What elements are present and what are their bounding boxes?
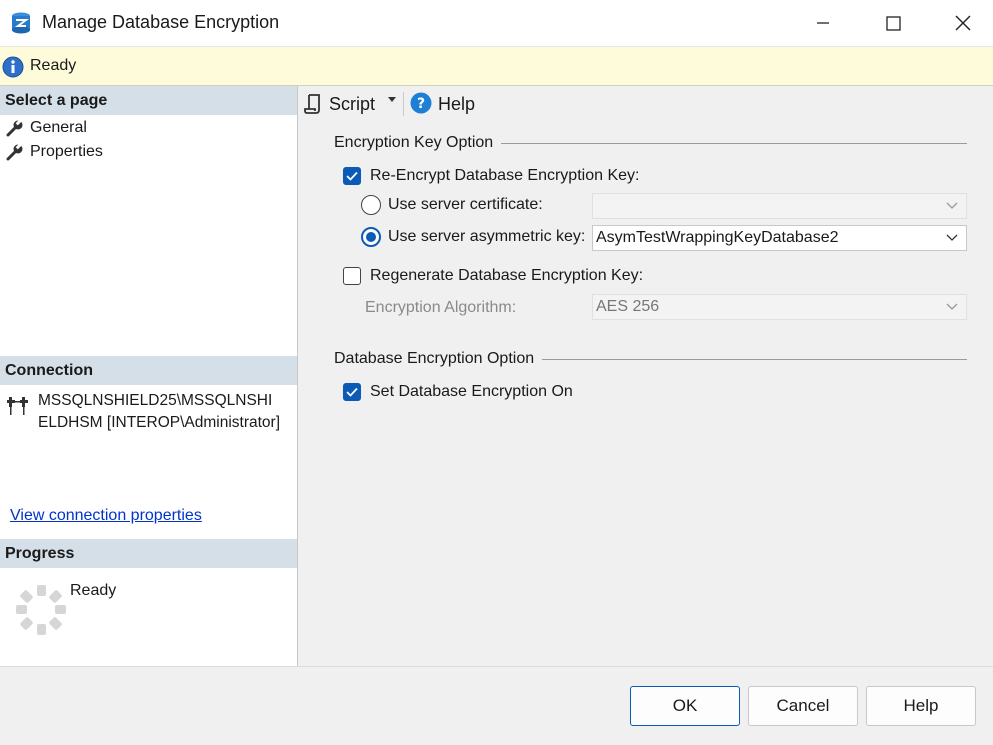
wrench-icon (6, 119, 23, 137)
regenerate-key-label: Regenerate Database Encryption Key: (370, 267, 644, 284)
toolbar: Script ? Help (298, 86, 993, 122)
database-app-icon (10, 11, 32, 35)
chevron-down-icon (946, 303, 958, 310)
server-certificate-label: Use server certificate: (388, 196, 543, 213)
encryption-algorithm-select[interactable]: AES 256 (592, 294, 967, 320)
maximize-icon (885, 15, 901, 31)
help-toolbar-button[interactable]: Help (438, 94, 475, 115)
checkmark-icon (346, 387, 358, 397)
help-icon[interactable]: ? (410, 92, 432, 114)
progress-status-text: Ready (70, 582, 117, 599)
encryption-algorithm-value: AES 256 (596, 298, 660, 315)
title-bar: Manage Database Encryption (0, 0, 993, 46)
status-bar: Ready (0, 46, 993, 86)
server-asymmetric-key-select[interactable]: AsymTestWrappingKeyDatabase2 (592, 225, 967, 251)
status-text: Ready (30, 57, 77, 74)
set-encryption-on-checkbox[interactable] (343, 383, 361, 401)
view-connection-properties-link[interactable]: View connection properties (10, 507, 202, 525)
server-asymmetric-key-radio[interactable] (361, 227, 381, 247)
wrench-icon (6, 143, 23, 161)
chevron-down-icon (946, 202, 958, 209)
cancel-button[interactable]: Cancel (748, 686, 858, 726)
connection-info: MSSQLNSHIELD25\MSSQLNSHI ELDHSM [INTEROP… (38, 390, 293, 434)
encryption-key-option-title: Encryption Key Option (334, 134, 502, 152)
svg-text:?: ? (417, 96, 425, 112)
progress-spinner-icon (14, 583, 68, 637)
close-icon (955, 15, 971, 31)
page-item-properties[interactable]: Properties (6, 141, 103, 163)
reencrypt-key-checkbox[interactable] (343, 167, 361, 185)
regenerate-key-checkbox[interactable] (343, 267, 361, 285)
info-icon (2, 56, 24, 78)
left-panel: Select a page General Properties Connect… (0, 86, 298, 666)
minimize-button[interactable] (788, 0, 858, 46)
close-button[interactable] (928, 0, 993, 46)
connection-line-1: MSSQLNSHIELD25\MSSQLNSHI (38, 392, 273, 409)
script-icon[interactable] (304, 94, 322, 114)
reencrypt-key-label: Re-Encrypt Database Encryption Key: (370, 167, 640, 184)
server-certificate-radio[interactable] (361, 195, 381, 215)
minimize-icon (817, 22, 829, 24)
help-button[interactable]: Help (866, 686, 976, 726)
maximize-button[interactable] (858, 0, 928, 46)
page-item-general[interactable]: General (6, 117, 87, 139)
connection-line-2: ELDHSM [INTEROP\Administrator] (38, 414, 281, 431)
checkmark-icon (346, 171, 358, 181)
ok-button[interactable]: OK (630, 686, 740, 726)
encryption-algorithm-label: Encryption Algorithm: (365, 299, 517, 316)
server-certificate-select[interactable] (592, 193, 967, 219)
chevron-down-icon (946, 234, 958, 241)
toolbar-separator (403, 92, 404, 116)
window-title: Manage Database Encryption (42, 12, 280, 32)
select-page-header: Select a page (0, 86, 297, 115)
page-item-label: General (30, 119, 87, 137)
connection-header: Connection (0, 356, 297, 385)
database-encryption-option-title: Database Encryption Option (334, 350, 543, 368)
progress-header: Progress (0, 539, 297, 568)
script-dropdown-arrow-icon[interactable] (388, 95, 396, 106)
page-item-label: Properties (30, 143, 103, 160)
set-encryption-on-label: Set Database Encryption On (370, 383, 573, 400)
script-button[interactable]: Script (329, 94, 375, 115)
server-asymmetric-key-label: Use server asymmetric key: (388, 228, 586, 245)
server-asymmetric-key-value: AsymTestWrappingKeyDatabase2 (596, 229, 839, 246)
server-connection-icon (7, 394, 31, 416)
